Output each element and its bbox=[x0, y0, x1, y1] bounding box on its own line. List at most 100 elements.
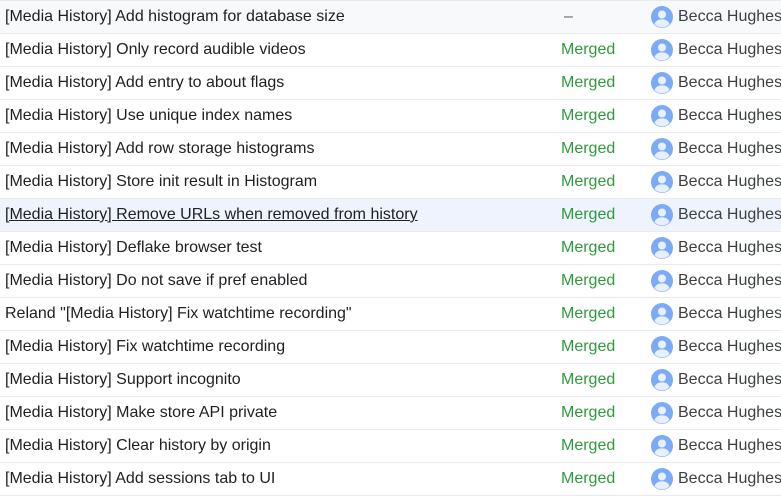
status-badge: Merged bbox=[561, 404, 616, 421]
subject-cell: [Media History] Support incognito bbox=[0, 363, 553, 397]
owner[interactable]: Becca Hughes bbox=[651, 34, 781, 66]
status-badge: Merged bbox=[561, 206, 616, 223]
status-cell: – bbox=[553, 0, 651, 34]
owner[interactable]: Becca Hughes bbox=[651, 397, 781, 429]
change-subject-link[interactable]: [Media History] Only record audible vide… bbox=[5, 41, 306, 58]
account-circle-icon bbox=[651, 171, 673, 193]
change-subject-link[interactable]: [Media History] Store init result in His… bbox=[5, 173, 317, 190]
account-circle-icon bbox=[651, 369, 673, 391]
table-row[interactable]: [Media History] Use unique index names M… bbox=[0, 99, 781, 133]
status-cell: Merged bbox=[553, 462, 651, 496]
owner[interactable]: Becca Hughes bbox=[651, 331, 781, 363]
status-cell: Merged bbox=[553, 297, 651, 331]
table-row[interactable]: [Media History] Do not save if pref enab… bbox=[0, 264, 781, 298]
owner-cell: Becca Hughes bbox=[651, 363, 781, 397]
owner-name: Becca Hughes bbox=[678, 41, 781, 58]
owner[interactable]: Becca Hughes bbox=[651, 463, 781, 495]
change-subject-link[interactable]: [Media History] Remove URLs when removed… bbox=[5, 206, 418, 223]
table-row[interactable]: [Media History] Remove URLs when removed… bbox=[0, 198, 781, 232]
account-circle-icon bbox=[651, 138, 673, 160]
table-row[interactable]: [Media History] Add entry to about flags… bbox=[0, 66, 781, 100]
owner-name: Becca Hughes bbox=[678, 470, 781, 487]
owner-cell: Becca Hughes bbox=[651, 132, 781, 166]
owner[interactable]: Becca Hughes bbox=[651, 199, 781, 231]
change-subject-link[interactable]: [Media History] Use unique index names bbox=[5, 107, 292, 124]
owner[interactable]: Becca Hughes bbox=[651, 133, 781, 165]
owner-cell: Becca Hughes bbox=[651, 165, 781, 199]
subject-cell: [Media History] Use unique index names bbox=[0, 99, 553, 133]
change-subject-link[interactable]: [Media History] Clear history by origin bbox=[5, 437, 271, 454]
owner-cell: Becca Hughes bbox=[651, 264, 781, 298]
subject-cell: [Media History] Add row storage histogra… bbox=[0, 132, 553, 166]
status-cell: Merged bbox=[553, 363, 651, 397]
table-row[interactable]: [Media History] Make store API private M… bbox=[0, 396, 781, 430]
table-row[interactable]: [Media History] Only record audible vide… bbox=[0, 33, 781, 67]
account-circle-icon bbox=[651, 105, 673, 127]
table-row[interactable]: [Media History] Add histogram for databa… bbox=[0, 0, 781, 34]
status-cell: Merged bbox=[553, 396, 651, 430]
owner-cell: Becca Hughes bbox=[651, 231, 781, 265]
owner-cell: Becca Hughes bbox=[651, 66, 781, 100]
owner-name: Becca Hughes bbox=[678, 437, 781, 454]
owner-name: Becca Hughes bbox=[678, 371, 781, 388]
owner[interactable]: Becca Hughes bbox=[651, 298, 781, 330]
subject-cell: [Media History] Deflake browser test bbox=[0, 231, 553, 265]
owner-name: Becca Hughes bbox=[678, 140, 781, 157]
owner[interactable]: Becca Hughes bbox=[651, 430, 781, 462]
owner[interactable]: Becca Hughes bbox=[651, 67, 781, 99]
status-badge: Merged bbox=[561, 107, 616, 124]
account-circle-icon bbox=[651, 435, 673, 457]
owner-cell: Becca Hughes bbox=[651, 0, 781, 34]
table-row[interactable]: [Media History] Support incognito Merged… bbox=[0, 363, 781, 397]
change-subject-link[interactable]: [Media History] Add row storage histogra… bbox=[5, 140, 314, 157]
subject-cell: [Media History] Add sessions tab to UI bbox=[0, 462, 553, 496]
status-cell: Merged bbox=[553, 99, 651, 133]
owner-name: Becca Hughes bbox=[678, 206, 781, 223]
owner-name: Becca Hughes bbox=[678, 8, 781, 25]
change-subject-link[interactable]: [Media History] Support incognito bbox=[5, 371, 241, 388]
table-row[interactable]: Reland "[Media History] Fix watchtime re… bbox=[0, 297, 781, 331]
status-cell: Merged bbox=[553, 66, 651, 100]
owner-name: Becca Hughes bbox=[678, 272, 781, 289]
table-row[interactable]: [Media History] Store init result in His… bbox=[0, 165, 781, 199]
table-row[interactable]: [Media History] Add sessions tab to UI M… bbox=[0, 462, 781, 496]
change-subject-link[interactable]: [Media History] Add histogram for databa… bbox=[5, 8, 345, 25]
status-badge: Merged bbox=[561, 239, 616, 256]
account-circle-icon bbox=[651, 402, 673, 424]
account-circle-icon bbox=[651, 237, 673, 259]
change-subject-link[interactable]: Reland "[Media History] Fix watchtime re… bbox=[5, 305, 352, 322]
owner[interactable]: Becca Hughes bbox=[651, 166, 781, 198]
status-cell: Merged bbox=[553, 231, 651, 265]
status-badge: Merged bbox=[561, 338, 616, 355]
status-badge: Merged bbox=[561, 272, 616, 289]
status-badge: Merged bbox=[561, 470, 616, 487]
owner-cell: Becca Hughes bbox=[651, 198, 781, 232]
subject-cell: [Media History] Do not save if pref enab… bbox=[0, 264, 553, 298]
account-circle-icon bbox=[651, 336, 673, 358]
change-subject-link[interactable]: [Media History] Deflake browser test bbox=[5, 239, 262, 256]
owner[interactable]: Becca Hughes bbox=[651, 232, 781, 264]
subject-cell: [Media History] Fix watchtime recording bbox=[0, 330, 553, 364]
table-row[interactable]: [Media History] Deflake browser test Mer… bbox=[0, 231, 781, 265]
changes-table: [Media History] Add histogram for databa… bbox=[0, 0, 781, 496]
subject-cell: [Media History] Clear history by origin bbox=[0, 429, 553, 463]
change-subject-link[interactable]: [Media History] Make store API private bbox=[5, 404, 277, 421]
change-subject-link[interactable]: [Media History] Fix watchtime recording bbox=[5, 338, 285, 355]
owner[interactable]: Becca Hughes bbox=[651, 364, 781, 396]
owner-name: Becca Hughes bbox=[678, 305, 781, 322]
status-cell: Merged bbox=[553, 264, 651, 298]
table-row[interactable]: [Media History] Clear history by origin … bbox=[0, 429, 781, 463]
table-row[interactable]: [Media History] Fix watchtime recording … bbox=[0, 330, 781, 364]
change-subject-link[interactable]: [Media History] Add sessions tab to UI bbox=[5, 470, 275, 487]
status-badge: – bbox=[564, 8, 573, 25]
subject-cell: [Media History] Remove URLs when removed… bbox=[0, 198, 553, 232]
table-row[interactable]: [Media History] Add row storage histogra… bbox=[0, 132, 781, 166]
status-badge: Merged bbox=[561, 305, 616, 322]
change-subject-link[interactable]: [Media History] Add entry to about flags bbox=[5, 74, 284, 91]
owner[interactable]: Becca Hughes bbox=[651, 2, 781, 33]
owner[interactable]: Becca Hughes bbox=[651, 265, 781, 297]
owner[interactable]: Becca Hughes bbox=[651, 100, 781, 132]
change-subject-link[interactable]: [Media History] Do not save if pref enab… bbox=[5, 272, 307, 289]
owner-name: Becca Hughes bbox=[678, 338, 781, 355]
subject-cell: [Media History] Only record audible vide… bbox=[0, 33, 553, 67]
